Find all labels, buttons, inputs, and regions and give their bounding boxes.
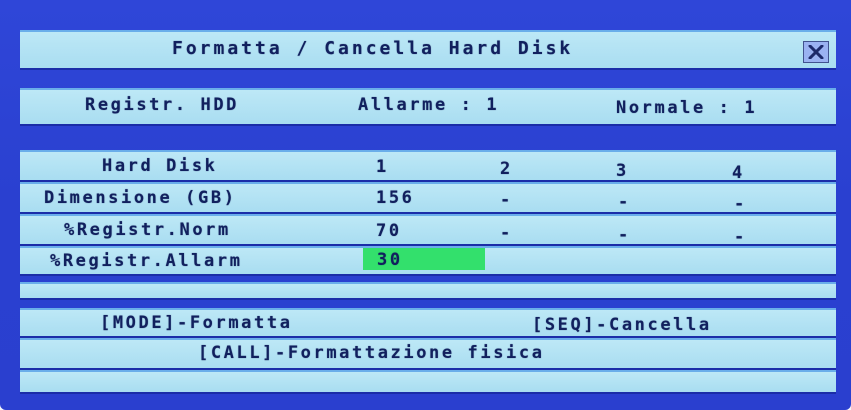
- alarm-value: 30: [377, 250, 403, 270]
- osd-screen: Formatta / Cancella Hard Disk Registr. H…: [0, 0, 851, 410]
- spacer-row: [20, 282, 836, 300]
- disk-column-4: 4: [732, 163, 745, 183]
- disk-header-label: Hard Disk: [102, 156, 218, 176]
- norm-value-2: -: [500, 223, 513, 243]
- normal-count: Normale : 1: [616, 98, 758, 118]
- title-bar: Formatta / Cancella Hard Disk: [20, 30, 836, 70]
- clear-action[interactable]: [SEQ]-Cancella: [532, 315, 712, 335]
- disk-header-row: Hard Disk 1 2 3 4: [20, 150, 836, 183]
- size-value-1: 156: [376, 188, 415, 208]
- format-action[interactable]: [MODE]-Formatta: [100, 313, 293, 333]
- physical-format-row: [CALL]-Formattazione fisica: [20, 338, 836, 370]
- disk-column-2: 2: [500, 159, 513, 179]
- close-button[interactable]: [803, 41, 829, 63]
- record-status-row: Registr. HDD Allarme : 1 Normale : 1: [20, 88, 836, 126]
- disk-column-3: 3: [616, 161, 629, 181]
- alarm-count: Allarme : 1: [358, 95, 500, 115]
- record-status-label: Registr. HDD: [85, 95, 240, 115]
- physical-format-action[interactable]: [CALL]-Formattazione fisica: [198, 343, 545, 363]
- close-x-icon: [808, 45, 824, 59]
- dialog-title: Formatta / Cancella Hard Disk: [172, 38, 574, 59]
- norm-label: %Registr.Norm: [64, 220, 231, 240]
- disk-column-1: 1: [376, 157, 389, 177]
- alarm-percent-field[interactable]: 30: [363, 248, 485, 270]
- size-value-3: -: [618, 192, 631, 212]
- size-label: Dimensione (GB): [44, 188, 237, 208]
- norm-value-4: -: [734, 227, 747, 247]
- norm-value-1: 70: [376, 221, 402, 241]
- size-value-4: -: [734, 194, 747, 214]
- size-value-2: -: [500, 190, 513, 210]
- table-row: %Registr.Norm 70 - - -: [20, 214, 836, 247]
- norm-value-3: -: [618, 225, 631, 245]
- format-clear-row: [MODE]-Formatta [SEQ]-Cancella: [20, 308, 836, 338]
- footer-row: [20, 370, 836, 394]
- alarm-label: %Registr.Allarm: [50, 251, 243, 271]
- table-row: Dimensione (GB) 156 - - -: [20, 182, 836, 214]
